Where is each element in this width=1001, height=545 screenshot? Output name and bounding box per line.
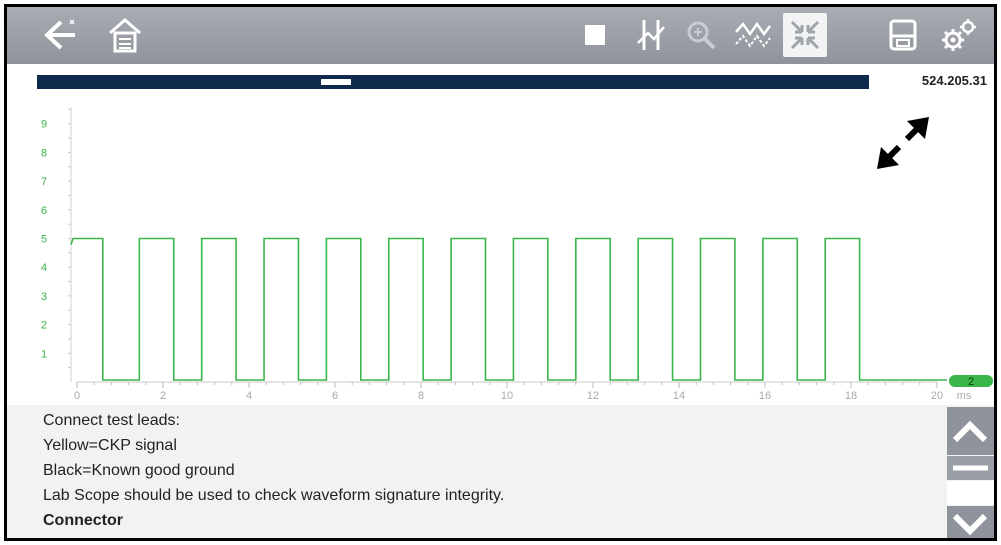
x-tick-label: 16 — [759, 390, 771, 402]
x-axis: 0 2 4 6 8 10 12 14 16 18 20 ms — [74, 381, 972, 402]
chevron-up-icon — [952, 420, 988, 443]
y-tick-label: 8 — [41, 147, 47, 159]
scroll-handle-icon — [953, 465, 988, 471]
stop-icon[interactable] — [573, 13, 617, 57]
x-tick-label: 8 — [418, 390, 424, 402]
scroll-track[interactable] — [947, 481, 994, 505]
y-tick-label: 2 — [41, 320, 47, 332]
scroll-up-button[interactable] — [947, 407, 994, 455]
trace-icon[interactable] — [731, 13, 775, 57]
info-line: Connect test leads: — [43, 412, 180, 429]
info-heading: Connector — [43, 512, 123, 529]
x-tick-label: 12 — [587, 390, 599, 402]
channel-badge-label: 2 — [968, 376, 974, 388]
home-icon[interactable] — [103, 13, 147, 57]
record-progress-bar[interactable] — [37, 75, 869, 89]
x-tick-label: 14 — [673, 390, 685, 402]
back-icon[interactable] — [37, 13, 81, 57]
x-tick-label: 2 — [160, 390, 166, 402]
fullscreen-icon[interactable] — [783, 13, 827, 57]
y-tick-label: 3 — [41, 291, 47, 303]
info-panel: Connect test leads: Yellow=CKP signal Bl… — [7, 405, 994, 538]
app-frame: 524.205.31 123456789 0 2 4 6 8 10 12 14 16 18 20 ms… — [4, 4, 997, 541]
y-tick-label: 6 — [41, 205, 47, 217]
save-icon[interactable] — [881, 13, 925, 57]
progress-thumb[interactable] — [321, 79, 351, 85]
x-tick-label: 10 — [501, 390, 513, 402]
signal-waveform — [70, 237, 947, 381]
waveform-svg: 123456789 0 2 4 6 8 10 12 14 16 18 20 ms 2 — [41, 107, 993, 402]
info-text: Connect test leads: Yellow=CKP signal Bl… — [43, 408, 504, 533]
info-line: Black=Known good ground — [43, 462, 235, 479]
frame-counter: 524.205.31 — [921, 73, 987, 88]
scroll-down-button[interactable] — [947, 506, 994, 538]
zoom-icon[interactable] — [679, 13, 723, 57]
settings-icon[interactable] — [937, 13, 981, 57]
y-tick-label: 7 — [41, 176, 47, 188]
x-tick-label: 20 — [931, 390, 943, 402]
cursors-icon[interactable] — [629, 13, 673, 57]
x-tick-label: 6 — [332, 390, 338, 402]
x-tick-label: 4 — [246, 390, 252, 402]
x-tick-label: 0 — [74, 390, 80, 402]
scroll-thumb[interactable] — [947, 456, 994, 480]
scope-chart: 123456789 0 2 4 6 8 10 12 14 16 18 20 ms 2 — [7, 99, 994, 409]
toolbar — [7, 7, 994, 64]
y-tick-label: 1 — [41, 348, 47, 360]
info-line: Lab Scope should be used to check wavefo… — [43, 487, 505, 504]
chevron-down-icon — [952, 513, 988, 536]
info-line: Yellow=CKP signal — [43, 437, 177, 454]
expand-icon[interactable] — [877, 117, 929, 169]
x-tick-label: 18 — [845, 390, 857, 402]
y-tick-label: 5 — [41, 234, 47, 246]
signal-trace: 2 — [70, 237, 993, 388]
y-tick-label: 4 — [41, 262, 47, 274]
y-axis: 1 2 3 4 5 6 7 8 9 — [41, 107, 72, 382]
x-unit-label: ms — [957, 390, 972, 402]
y-tick-label: 9 — [41, 119, 47, 131]
